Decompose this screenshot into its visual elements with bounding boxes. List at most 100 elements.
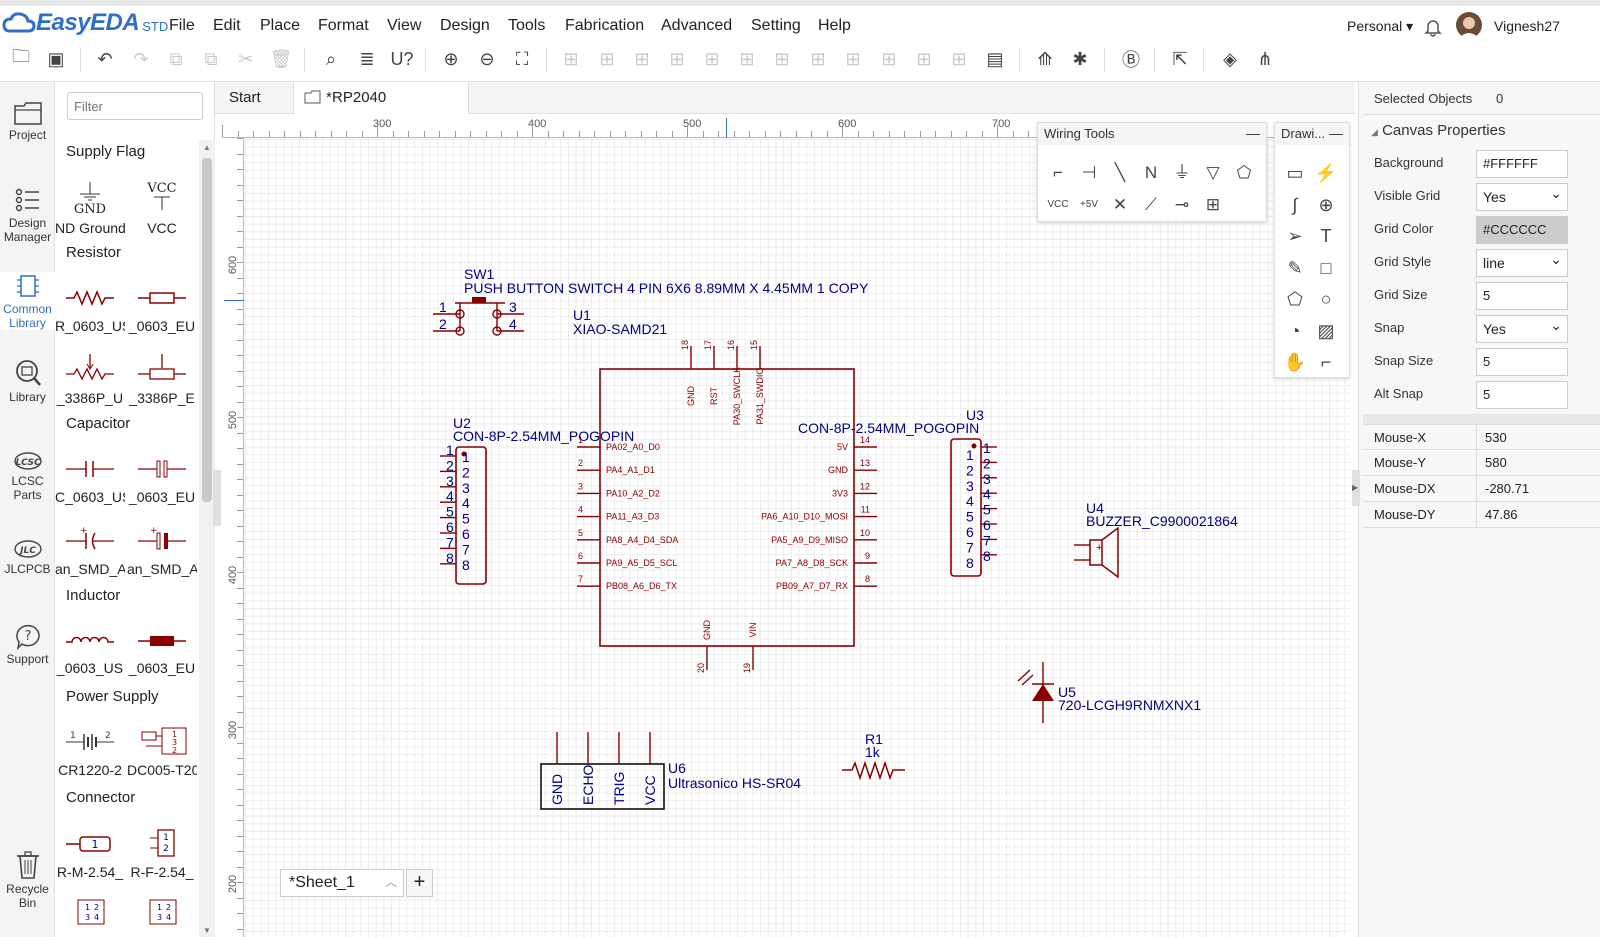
arc-icon[interactable]: ⊕	[1314, 193, 1338, 217]
netflag-5v-icon[interactable]: +5V	[1077, 193, 1101, 217]
group-icon[interactable]: ⊞	[1201, 193, 1225, 217]
u1-bottom-pin-name: VIN	[748, 622, 758, 637]
pin-icon[interactable]: ⊸	[1170, 193, 1194, 217]
u1-top-pin-num: 15	[749, 340, 759, 350]
visible-grid-select[interactable]: Yes	[1476, 180, 1568, 211]
selected-objects-count: 0	[1496, 91, 1504, 106]
minimize-icon[interactable]: —	[1246, 123, 1260, 143]
u1-left-pin-num: 3	[578, 481, 583, 491]
u1-right-pin-num: 14	[860, 435, 870, 445]
u1-left-pin-name: PA4_A1_D1	[606, 465, 655, 475]
rectangle-icon[interactable]: □	[1314, 256, 1338, 280]
drawing-tools-header[interactable]: Drawi... —	[1275, 123, 1349, 145]
wiring-tools-header[interactable]: Wiring Tools —	[1038, 123, 1266, 145]
u2-pin-num-outside: 2	[446, 457, 454, 473]
library-collapse-handle[interactable]	[213, 470, 221, 526]
chevron-up-icon[interactable]: ︿	[385, 869, 397, 895]
mouse-y-label: Mouse-Y	[1374, 455, 1427, 470]
u1-left-pin-name: PA9_A5_D5_SCL	[606, 558, 677, 568]
username[interactable]: Vignesh27	[1494, 18, 1560, 34]
grid-size-input[interactable]: 5	[1476, 282, 1568, 310]
no-connect-icon[interactable]: ✕	[1108, 193, 1132, 217]
u1-right-pin-num: 9	[865, 551, 870, 561]
sheet-tab[interactable]: *Sheet_1 ︿	[280, 869, 404, 897]
u1-right-pin-name: PA6_A10_D10_MOSI	[761, 512, 848, 522]
u2-body	[455, 446, 487, 585]
grid-color-input[interactable]: #CCCCCC	[1476, 216, 1568, 244]
u3-pin-num-outside: 3	[983, 471, 991, 487]
image-icon[interactable]: ▨	[1314, 319, 1338, 343]
net-port-icon[interactable]: ⬠	[1232, 161, 1256, 185]
u2-pin-num-outside: 5	[446, 504, 454, 520]
bus-entry-icon[interactable]: ╲	[1108, 161, 1132, 185]
u3-pin-num-outside: 5	[983, 502, 991, 518]
mouse-x-row: Mouse-X 530	[1363, 424, 1600, 451]
alt-snap-input[interactable]: 5	[1476, 381, 1568, 409]
circle-icon[interactable]: ○	[1314, 287, 1338, 311]
drag-icon[interactable]: ⌐	[1314, 350, 1338, 374]
wiring-tools-title: Wiring Tools	[1044, 126, 1115, 141]
u3-pin-num-inside: 2	[966, 462, 974, 478]
u1-left-pin-name: PA10_A2_D2	[606, 488, 660, 498]
u1-right-pin-num: 8	[865, 574, 870, 584]
u1-left-pin-num: 5	[578, 528, 583, 538]
grid-style-select[interactable]: line	[1476, 246, 1568, 277]
net-label-icon[interactable]: N	[1139, 161, 1163, 185]
add-sheet-button[interactable]: +	[406, 869, 433, 897]
avatar[interactable]	[1456, 12, 1482, 38]
u2-value: CON-8P-2.54MM_POGOPIN	[453, 428, 634, 444]
text-icon[interactable]: T	[1314, 224, 1338, 248]
wire-icon[interactable]: ⌐	[1046, 161, 1070, 185]
mouse-y-row: Mouse-Y 580	[1363, 450, 1600, 476]
netflag-ground-icon[interactable]: ▽	[1201, 161, 1225, 185]
u2-pin-num-inside: 4	[462, 495, 470, 511]
bus-icon[interactable]: ⊣	[1077, 161, 1101, 185]
u1-top-pin-name: PA30_SWCLK	[732, 367, 742, 425]
visible-grid-label: Visible Grid	[1374, 188, 1441, 203]
u2-pin-num-inside: 1	[462, 449, 470, 465]
u3-pin-num-inside: 6	[966, 524, 974, 540]
u1-right-pin-num: 13	[860, 458, 870, 468]
r1-value: 1k	[865, 744, 881, 760]
u1-bottom-pin-name: GND	[702, 620, 712, 641]
u3-pin-num-outside: 8	[983, 548, 991, 564]
u2-pin-num-inside: 2	[462, 464, 470, 480]
bezier-icon[interactable]: ∫	[1283, 193, 1307, 217]
pie-icon[interactable]: ◔	[1283, 319, 1307, 343]
sw1-pin-num: 3	[509, 299, 517, 315]
drawing-tools-panel: Drawi... — ▭ ⚡ ∫ ⊕ ➢ T ✎ □ ⬠ ○ ◔ ▨ ✋ ⌐	[1274, 122, 1350, 378]
bell-icon[interactable]	[1424, 17, 1442, 37]
u1-left-pin-name: PA8_A4_D4_SDA	[606, 535, 678, 545]
u4-plus: +	[1096, 542, 1102, 554]
u2-pin-num-inside: 3	[462, 480, 470, 496]
u4-value: BUZZER_C9900021864	[1086, 513, 1238, 529]
snap-size-input[interactable]: 5	[1476, 348, 1568, 376]
u1-right-pin-name: PA5_A9_D9_MISO	[771, 535, 848, 545]
u1-bottom-pin-num: 20	[696, 663, 706, 673]
u3-pin-num-inside: 1	[966, 447, 974, 463]
collapse-icon: ◢	[1371, 127, 1378, 137]
canvas-properties-section[interactable]: ◢ Canvas Properties	[1371, 122, 1506, 139]
image-frame-icon[interactable]: ▭	[1283, 161, 1307, 185]
background-input[interactable]: #FFFFFF	[1476, 150, 1568, 178]
arrowhead-icon[interactable]: ➢	[1283, 224, 1307, 248]
sheet-name: *Sheet_1	[289, 874, 355, 891]
canvas-properties-title: Canvas Properties	[1382, 122, 1506, 139]
netflag-vcc-icon[interactable]: VCC	[1046, 193, 1070, 217]
netflag-gnd-icon[interactable]: ⏚	[1170, 161, 1194, 185]
voltage-probe-icon[interactable]: ⟋	[1139, 193, 1163, 217]
mouse-x-value: 530	[1476, 425, 1507, 451]
workspace-selector[interactable]: Personal ▾	[1347, 18, 1413, 35]
freehand-icon[interactable]: ✎	[1283, 256, 1307, 280]
minimize-icon[interactable]: —	[1329, 123, 1343, 143]
pan-icon[interactable]: ✋	[1283, 350, 1307, 374]
u1-value: XIAO-SAMD21	[573, 321, 667, 337]
u5-value: 720-LCGH9RNMXNX1	[1058, 697, 1201, 713]
polygon-icon[interactable]: ⬠	[1283, 287, 1307, 311]
grid-color-label: Grid Color	[1374, 221, 1434, 236]
panel-collapse-handle[interactable]: ▶	[1352, 470, 1360, 506]
snap-select[interactable]: Yes	[1476, 312, 1568, 343]
u2-pin-num-outside: 8	[446, 550, 454, 566]
line-icon[interactable]: ⚡	[1314, 161, 1338, 185]
u1-top-pin-name: PA31_SWDIO	[755, 368, 765, 425]
